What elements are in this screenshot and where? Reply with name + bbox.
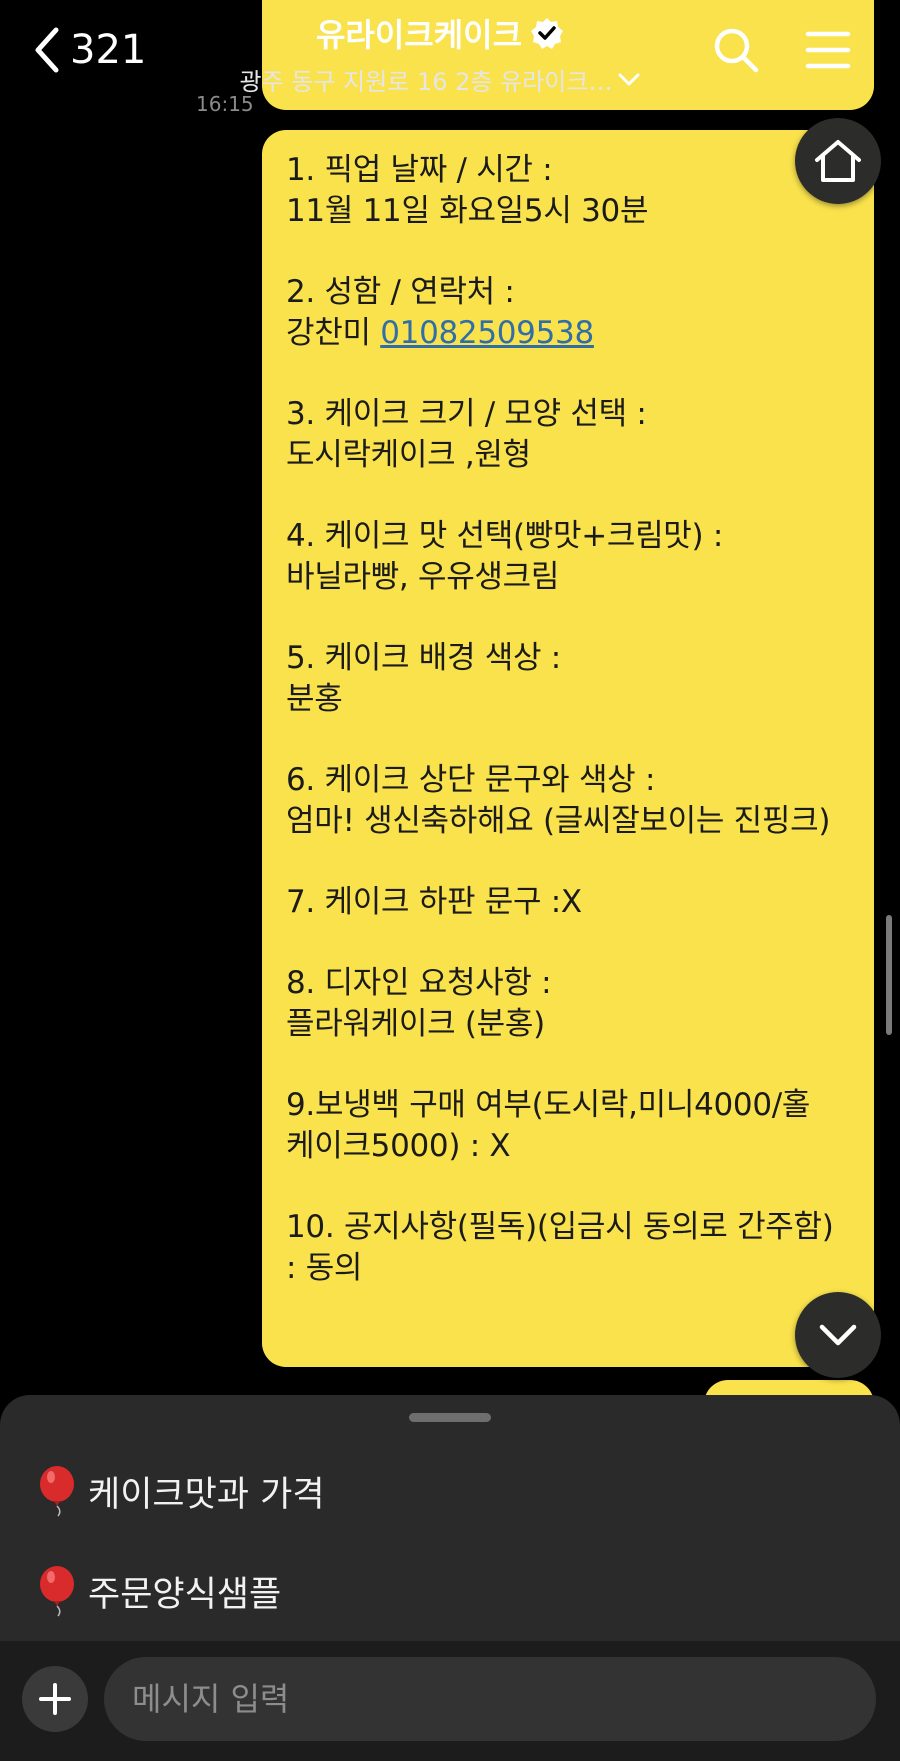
- chevron-down-icon: [618, 73, 640, 85]
- section-pickup: 1. 픽업 날짜 / 시간 : 11월 11일 화요일5시 30분: [286, 150, 850, 232]
- section-size-value: 도시락케이크 ,원형: [286, 437, 531, 473]
- section-contact-value: 강찬미 01082509538: [286, 313, 850, 354]
- section-size-label: 3. 케이크 크기 / 모양 선택 :: [286, 396, 647, 432]
- chevron-left-icon: [35, 27, 59, 73]
- section-cooler-bag-value: 케이크5000) : X: [286, 1128, 511, 1164]
- verified-badge-icon: [531, 18, 564, 49]
- section-pickup-label: 1. 픽업 날짜 / 시간 :: [286, 152, 553, 188]
- home-icon: [815, 140, 861, 182]
- section-notice-label: 10. 공지사항(필독)(입금시 동의로 간주함): [286, 1209, 834, 1245]
- unread-count: 321: [70, 27, 147, 73]
- section-color-value: 분홍: [286, 681, 343, 717]
- section-color: 5. 케이크 배경 색상 : 분홍: [286, 638, 850, 720]
- chat-title-text: 유라이크케이크: [315, 16, 523, 54]
- scrollbar[interactable]: [886, 915, 892, 1035]
- search-button[interactable]: [708, 22, 764, 78]
- section-contact-label: 2. 성함 / 연락처 :: [286, 274, 515, 310]
- plus-icon: [39, 1683, 71, 1715]
- attach-button[interactable]: [22, 1666, 88, 1732]
- section-top-text-label: 6. 케이크 상단 문구와 색상 :: [286, 762, 656, 798]
- quick-menu-sheet: 케이크맛과 가격 주문양식샘플: [0, 1395, 900, 1641]
- quick-menu-label: 케이크맛과 가격: [88, 1474, 325, 1515]
- home-button[interactable]: [795, 118, 881, 204]
- search-icon: [714, 28, 759, 73]
- section-flavor-label: 4. 케이크 맛 선택(빵맛+크림맛) :: [286, 518, 724, 554]
- scroll-down-button[interactable]: [795, 1292, 881, 1378]
- message-input[interactable]: [104, 1657, 876, 1741]
- section-bottom-text: 7. 케이크 하판 문구 :X: [286, 882, 850, 923]
- section-design-value: 플라워케이크 (분홍): [286, 1006, 545, 1042]
- section-cooler-bag-label: 9.보냉백 구매 여부(도시락,미니4000/홀: [286, 1087, 811, 1123]
- section-notice: 10. 공지사항(필독)(입금시 동의로 간주함) : 동의: [286, 1207, 850, 1289]
- chat-title: 유라이크케이크: [316, 10, 564, 56]
- quick-menu-item-cake-price[interactable]: 케이크맛과 가격: [36, 1465, 325, 1517]
- section-bottom-text-label: 7. 케이크 하판 문구 :X: [286, 884, 582, 920]
- section-flavor: 4. 케이크 맛 선택(빵맛+크림맛) : 바닐라빵, 우유생크림: [286, 516, 850, 598]
- chat-subtitle-text: 광주 동구 지원로 16 2층 유라이크…: [239, 68, 613, 96]
- section-notice-value: : 동의: [286, 1250, 363, 1286]
- sheet-drag-handle[interactable]: [409, 1413, 491, 1422]
- section-flavor-value: 바닐라빵, 우유생크림: [286, 559, 560, 595]
- quick-menu-label: 주문양식샘플: [88, 1574, 282, 1615]
- section-top-text: 6. 케이크 상단 문구와 색상 : 엄마! 생신축하해요 (글씨잘보이는 진핑…: [286, 760, 850, 842]
- section-top-text-value: 엄마! 생신축하해요 (글씨잘보이는 진핑크): [286, 803, 831, 839]
- menu-button[interactable]: [800, 22, 856, 78]
- balloon-icon: [40, 1566, 74, 1617]
- quick-menu-item-order-sample[interactable]: 주문양식샘플: [36, 1565, 281, 1617]
- section-design-label: 8. 디자인 요청사항 :: [286, 965, 552, 1001]
- phone-number-link[interactable]: 01082509538: [380, 315, 594, 351]
- section-cooler-bag: 9.보냉백 구매 여부(도시락,미니4000/홀 케이크5000) : X: [286, 1085, 850, 1167]
- chevron-down-icon: [819, 1324, 857, 1346]
- section-pickup-value: 11월 11일 화요일5시 30분: [286, 193, 649, 229]
- chat-header: 321 유라이크케이크 광주 동구 지원로 16 2층 유라이크…: [0, 0, 900, 100]
- contact-name: 강찬미: [286, 315, 381, 351]
- section-contact: 2. 성함 / 연락처 : 강찬미 01082509538: [286, 272, 850, 354]
- chat-title-area[interactable]: 유라이크케이크 광주 동구 지원로 16 2층 유라이크…: [210, 10, 670, 97]
- message-composer: [0, 1641, 900, 1761]
- order-form-message-bubble[interactable]: 1. 픽업 날짜 / 시간 : 11월 11일 화요일5시 30분 2. 성함 …: [262, 130, 874, 1367]
- balloon-icon: [40, 1466, 74, 1517]
- chat-subtitle: 광주 동구 지원로 16 2층 유라이크…: [240, 62, 641, 97]
- section-design: 8. 디자인 요청사항 : 플라워케이크 (분홍): [286, 963, 850, 1045]
- hamburger-menu-icon: [805, 31, 851, 69]
- section-color-label: 5. 케이크 배경 색상 :: [286, 640, 561, 676]
- section-size: 3. 케이크 크기 / 모양 선택 : 도시락케이크 ,원형: [286, 394, 850, 476]
- back-button[interactable]: 321: [32, 22, 146, 78]
